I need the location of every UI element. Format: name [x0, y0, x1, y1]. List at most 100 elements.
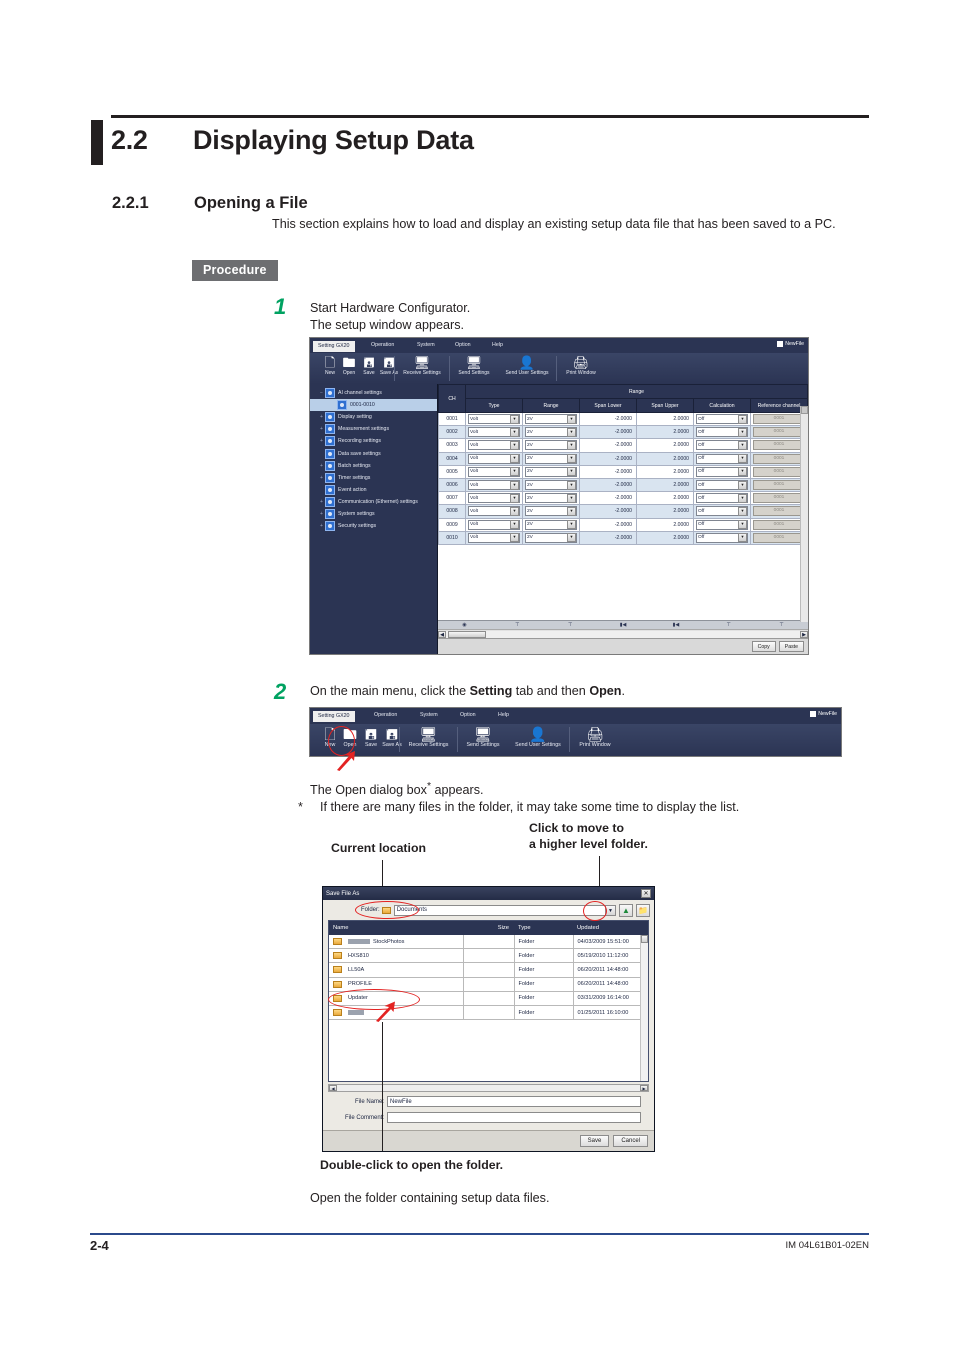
- tab-option-2[interactable]: Option: [456, 710, 480, 720]
- tree-item-6[interactable]: + Batch settings: [310, 460, 437, 472]
- chevron-down-icon[interactable]: ▼: [510, 427, 519, 437]
- chevron-down-icon[interactable]: ▼: [510, 440, 519, 450]
- grid-strip-icon-1[interactable]: ◉: [438, 622, 491, 628]
- grid-vertical-scroll-thumb[interactable]: [801, 406, 808, 414]
- chevron-down-icon[interactable]: ▼: [567, 533, 576, 543]
- chevron-down-icon[interactable]: ▼: [510, 414, 519, 424]
- grid-horizontal-scrollbar[interactable]: ◀ ▶: [438, 629, 808, 638]
- file-list-scrollbar[interactable]: [640, 935, 648, 1081]
- tree-item-4[interactable]: + Recording settings: [310, 435, 437, 447]
- tab-system-2[interactable]: System: [416, 710, 442, 720]
- calculation-select[interactable]: Off ▼: [696, 519, 748, 530]
- tree-item-10[interactable]: + System settings: [310, 508, 437, 520]
- grid-vertical-scrollbar[interactable]: [800, 406, 808, 622]
- ribbon-receive-settings-button[interactable]: 🖥 Receive Settings: [396, 355, 448, 376]
- reference-channel-field[interactable]: 0001: [753, 532, 805, 543]
- range-select[interactable]: 2V ▼: [525, 440, 577, 451]
- new-folder-icon[interactable]: 📁: [636, 903, 650, 917]
- chevron-down-icon[interactable]: ▼: [738, 520, 747, 530]
- chevron-down-icon[interactable]: ▼: [510, 493, 519, 503]
- move-up-folder-icon[interactable]: ▲: [619, 903, 633, 917]
- tree-item-11[interactable]: + Security settings: [310, 520, 437, 532]
- chevron-down-icon[interactable]: ▼: [738, 533, 747, 543]
- grid-icon-strip[interactable]: ◉ ⊤ ⊤ ▮◀ ▮◀ ⊤ ⊤: [438, 620, 808, 629]
- tree-expander-icon-4[interactable]: +: [318, 438, 325, 444]
- file-col-updated[interactable]: Updated: [573, 921, 648, 935]
- list-item[interactable]: StockPhotos Folder 04/03/2009 15:51:00: [329, 935, 648, 950]
- chevron-down-icon[interactable]: ▼: [738, 454, 747, 464]
- tab-operation[interactable]: Operation: [367, 340, 398, 350]
- tab-help-2[interactable]: Help: [494, 710, 513, 720]
- tree-item-9[interactable]: + Communication (Ethernet) settings: [310, 496, 437, 508]
- range-select[interactable]: 2V ▼: [525, 493, 577, 504]
- hscroll-thumb[interactable]: [448, 630, 486, 638]
- grid-strip-icon-3[interactable]: ⊤: [544, 622, 597, 628]
- calculation-select[interactable]: Off ▼: [696, 440, 748, 451]
- file-name-cell[interactable]: HXS810: [329, 948, 464, 964]
- type-select[interactable]: Volt ▼: [468, 480, 520, 491]
- file-name-cell[interactable]: PROFILE: [329, 977, 464, 992]
- calculation-select[interactable]: Off ▼: [696, 427, 748, 438]
- file-col-size[interactable]: Size: [463, 921, 514, 935]
- tree-expander-icon-9[interactable]: +: [318, 499, 325, 505]
- chevron-down-icon[interactable]: ▼: [510, 454, 519, 464]
- chevron-down-icon[interactable]: ▼: [738, 414, 747, 424]
- copy-button[interactable]: Copy: [751, 641, 776, 652]
- file-name-cell[interactable]: StockPhotos: [329, 935, 464, 950]
- reference-channel-field[interactable]: 0001: [753, 427, 805, 438]
- type-select[interactable]: Volt ▼: [468, 493, 520, 504]
- cancel-button[interactable]: Cancel: [613, 1135, 648, 1147]
- range-select[interactable]: 2V ▼: [525, 519, 577, 530]
- tree-expander-icon-6[interactable]: +: [318, 463, 325, 469]
- calculation-select[interactable]: Off ▼: [696, 532, 748, 543]
- paste-button[interactable]: Paste: [778, 641, 804, 652]
- tree-item-8[interactable]: Event action: [310, 484, 437, 496]
- chevron-down-icon[interactable]: ▼: [567, 467, 576, 477]
- chevron-down-icon[interactable]: ▼: [567, 414, 576, 424]
- tree-item-1[interactable]: 0001-0010: [310, 399, 437, 412]
- type-select[interactable]: Volt ▼: [468, 453, 520, 464]
- hscroll-track[interactable]: [446, 630, 800, 638]
- type-select[interactable]: Volt ▼: [468, 466, 520, 477]
- tree-expander-icon-11[interactable]: +: [318, 523, 325, 529]
- chevron-down-icon[interactable]: ▼: [567, 440, 576, 450]
- chevron-down-icon[interactable]: ▼: [738, 467, 747, 477]
- calculation-select[interactable]: Off ▼: [696, 466, 748, 477]
- file-hscroll-right-button[interactable]: ▶: [640, 1085, 648, 1091]
- ribbon-send-settings-button-2[interactable]: 🖥 Send Settings: [459, 726, 507, 748]
- chevron-down-icon[interactable]: ▼: [738, 480, 747, 490]
- tree-item-2[interactable]: + Display setting: [310, 411, 437, 423]
- type-select[interactable]: Volt ▼: [468, 506, 520, 517]
- file-list-horizontal-scrollbar[interactable]: ◀ ▶: [328, 1084, 649, 1092]
- chevron-down-icon[interactable]: ▼: [567, 493, 576, 503]
- chevron-down-icon[interactable]: ▼: [510, 467, 519, 477]
- tree-expander-icon-3[interactable]: +: [318, 426, 325, 432]
- close-icon[interactable]: ✕: [641, 889, 651, 898]
- range-select[interactable]: 2V ▼: [525, 414, 577, 425]
- chevron-down-icon[interactable]: ▼: [738, 506, 747, 516]
- hscroll-left-button[interactable]: ◀: [438, 630, 446, 638]
- chevron-down-icon[interactable]: ▼: [567, 454, 576, 464]
- chevron-down-icon[interactable]: ▼: [738, 440, 747, 450]
- grid-strip-icon-5[interactable]: ▮◀: [649, 622, 702, 628]
- chevron-down-icon[interactable]: ▼: [567, 427, 576, 437]
- list-item[interactable]: LL50A Folder 06/20/2011 14:48:00: [329, 962, 648, 978]
- ribbon-send-settings-button[interactable]: 🖥 Send Settings: [451, 355, 497, 376]
- reference-channel-field[interactable]: 0001: [753, 493, 805, 504]
- ribbon-receive-settings-button-2[interactable]: 🖥 Receive Settings: [401, 726, 456, 748]
- range-select[interactable]: 2V ▼: [525, 480, 577, 491]
- ribbon-send-user-settings-button-2[interactable]: 👤 Send User Settings: [509, 726, 567, 748]
- tab-option[interactable]: Option: [451, 340, 475, 350]
- reference-channel-field[interactable]: 0001: [753, 480, 805, 491]
- file-name-cell[interactable]: LL50A: [329, 962, 464, 978]
- save-button[interactable]: Save: [579, 1135, 610, 1147]
- calculation-select[interactable]: Off ▼: [696, 506, 748, 517]
- file-hscroll-left-button[interactable]: ◀: [329, 1085, 337, 1091]
- reference-channel-field[interactable]: 0001: [753, 519, 805, 530]
- chevron-down-icon[interactable]: ▼: [510, 533, 519, 543]
- file-col-name[interactable]: Name: [329, 921, 463, 935]
- chevron-down-icon[interactable]: ▼: [738, 427, 747, 437]
- grid-strip-icon-2[interactable]: ⊤: [491, 622, 544, 628]
- file-list-scroll-thumb[interactable]: [641, 935, 648, 943]
- range-select[interactable]: 2V ▼: [525, 427, 577, 438]
